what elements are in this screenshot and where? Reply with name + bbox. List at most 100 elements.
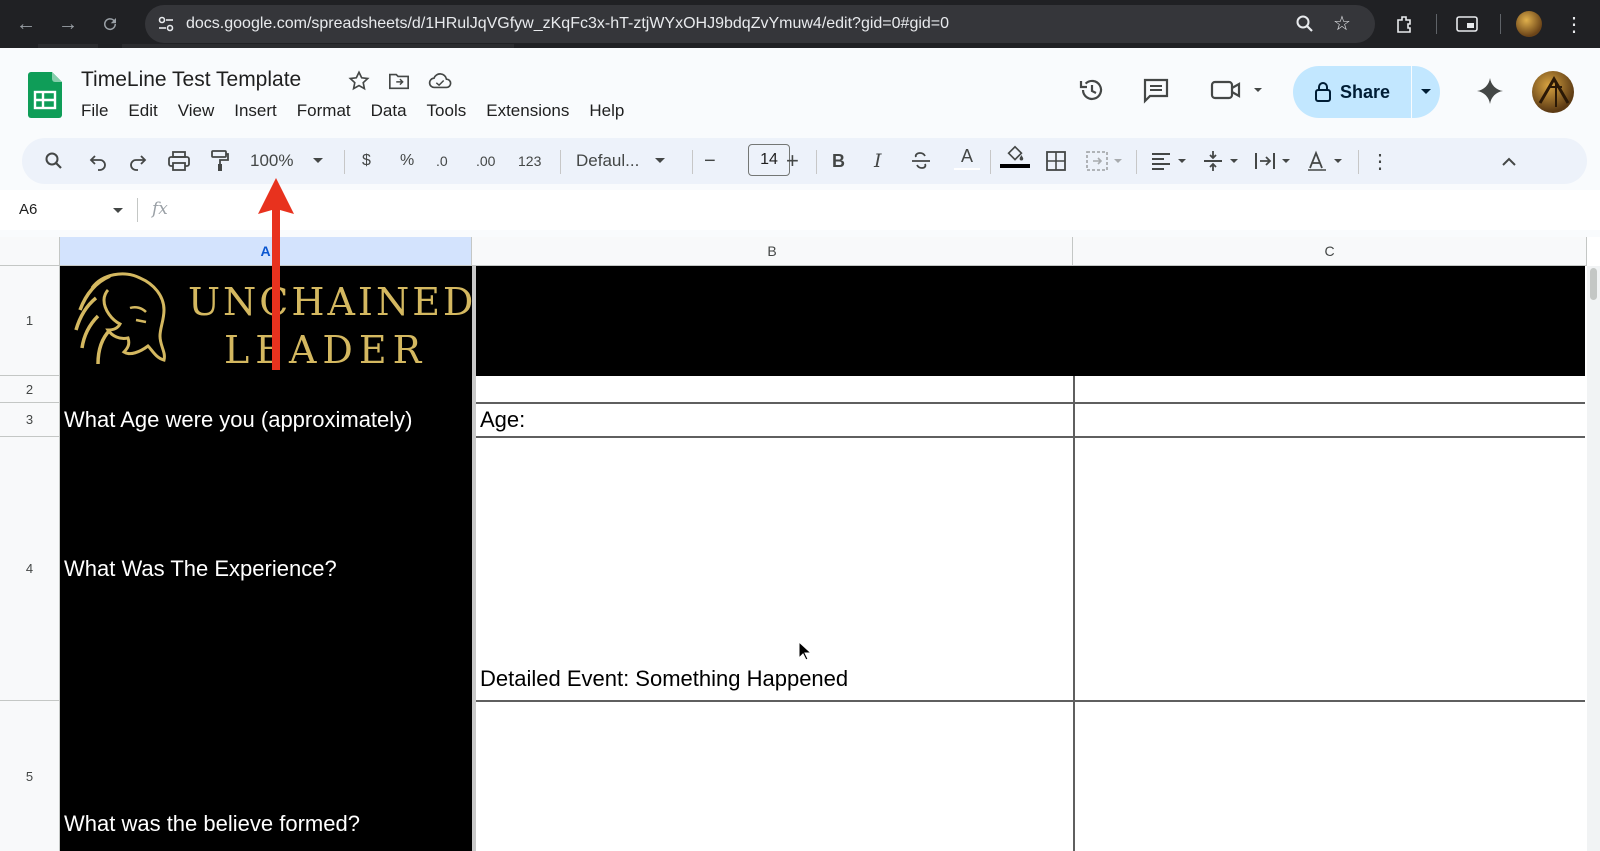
decrease-decimal-button[interactable]: .0: [436, 149, 448, 173]
menu-view[interactable]: View: [168, 101, 225, 121]
lock-icon: [1314, 82, 1331, 102]
cell-a4[interactable]: What Was The Experience?: [60, 437, 472, 701]
fill-color-icon[interactable]: [1000, 144, 1030, 168]
menu-format[interactable]: Format: [287, 101, 361, 121]
sheets-logo-icon[interactable]: [28, 72, 62, 118]
cell-b3[interactable]: Age:: [480, 407, 525, 433]
minus-label: −: [704, 149, 716, 172]
search-menus-icon[interactable]: [44, 149, 64, 173]
cell-b1-merged[interactable]: [476, 266, 1585, 376]
site-info-icon[interactable]: [157, 15, 175, 33]
mouse-cursor-icon: [798, 641, 812, 661]
row-border: [476, 700, 1585, 702]
italic-label: I: [874, 150, 882, 172]
account-avatar[interactable]: [1532, 71, 1574, 113]
version-history-icon[interactable]: [1078, 76, 1106, 104]
print-icon[interactable]: [168, 149, 190, 173]
spreadsheet-grid: A B C 1 2 3 4 5 UNCHAINED LEADER What Ag…: [0, 237, 1600, 851]
cell-a5[interactable]: What was the believe formed?: [60, 701, 472, 851]
cell-a3[interactable]: What Age were you (approximately): [60, 403, 472, 437]
url-text[interactable]: docs.google.com/spreadsheets/d/1HRulJqVG…: [186, 15, 949, 33]
scrollbar-thumb[interactable]: [1590, 268, 1597, 300]
text-color-swatch: [954, 168, 980, 170]
share-dropdown-icon[interactable]: [1412, 66, 1440, 118]
move-folder-icon[interactable]: [388, 70, 412, 94]
menu-help[interactable]: Help: [579, 101, 634, 121]
extensions-icon[interactable]: [1392, 12, 1416, 36]
browser-menu-icon[interactable]: ⋮: [1562, 12, 1586, 36]
number-format-button[interactable]: 123: [518, 149, 541, 173]
more-options-icon[interactable]: ⋮: [1370, 149, 1390, 173]
tab-search-icon[interactable]: [1455, 12, 1479, 36]
cloud-saved-icon[interactable]: [428, 70, 452, 94]
name-box[interactable]: A6: [19, 201, 37, 218]
currency-format-button[interactable]: $: [362, 149, 371, 173]
name-box-dropdown-icon[interactable]: [113, 208, 123, 214]
address-bar[interactable]: docs.google.com/spreadsheets/d/1HRulJqVG…: [145, 5, 1375, 43]
percent-format-button[interactable]: %: [400, 149, 414, 173]
star-icon[interactable]: [348, 70, 372, 94]
annotation-arrow-icon: [258, 178, 294, 370]
row-header-4[interactable]: 4: [0, 437, 60, 701]
menu-edit[interactable]: Edit: [118, 101, 167, 121]
logo-line-1: UNCHAINED: [188, 280, 477, 324]
horizontal-align-icon[interactable]: [1150, 149, 1190, 173]
merge-cells-icon[interactable]: [1086, 149, 1126, 173]
paint-format-icon[interactable]: [210, 149, 230, 173]
forward-icon[interactable]: →: [56, 12, 80, 36]
cell-b4[interactable]: Detailed Event: Something Happened: [480, 666, 848, 692]
font-size-input[interactable]: 14: [748, 144, 790, 176]
toolbar-separator: [560, 150, 561, 174]
menu-insert[interactable]: Insert: [224, 101, 287, 121]
select-all-corner[interactable]: [0, 237, 60, 266]
collapse-toolbar-icon[interactable]: [1502, 149, 1516, 173]
decrease-font-size-button[interactable]: −: [704, 149, 716, 173]
bold-button[interactable]: B: [832, 149, 845, 173]
toolbar-separator: [1358, 150, 1359, 174]
chevron-down-icon: [313, 158, 324, 163]
divider: [1436, 14, 1437, 34]
reload-icon[interactable]: [98, 12, 122, 36]
bookmark-star-icon[interactable]: ☆: [1333, 11, 1353, 35]
meet-icon[interactable]: [1210, 76, 1266, 104]
share-main[interactable]: Share: [1293, 66, 1411, 118]
zoom-select[interactable]: 100%: [250, 149, 324, 173]
strikethrough-icon[interactable]: [910, 149, 932, 173]
lion-logo-icon: [74, 272, 166, 365]
vertical-align-icon[interactable]: [1202, 149, 1242, 173]
menu-extensions[interactable]: Extensions: [476, 101, 579, 121]
share-button[interactable]: Share: [1293, 66, 1440, 118]
toolbar-separator: [344, 150, 345, 174]
undo-icon[interactable]: [88, 149, 108, 173]
comments-icon[interactable]: [1142, 76, 1170, 104]
row-header-3[interactable]: 3: [0, 403, 60, 437]
profile-avatar[interactable]: [1516, 11, 1542, 37]
plus-label: +: [786, 148, 799, 173]
menu-file[interactable]: File: [81, 101, 118, 121]
gemini-icon[interactable]: [1476, 77, 1504, 105]
column-header-b[interactable]: B: [472, 237, 1073, 266]
menu-data[interactable]: Data: [361, 101, 417, 121]
italic-button[interactable]: I: [874, 149, 882, 173]
row-border: [476, 436, 1585, 438]
column-header-c[interactable]: C: [1073, 237, 1587, 266]
text-wrapping-icon[interactable]: [1254, 149, 1294, 173]
font-select[interactable]: Defaul...: [576, 149, 666, 173]
row-header-5[interactable]: 5: [0, 701, 60, 851]
text-rotation-icon[interactable]: [1306, 149, 1346, 173]
borders-icon[interactable]: [1046, 149, 1066, 173]
menu-tools[interactable]: Tools: [417, 101, 477, 121]
back-icon[interactable]: ←: [14, 12, 38, 36]
increase-font-size-button[interactable]: +: [786, 148, 799, 173]
zoom-icon[interactable]: [1295, 14, 1315, 34]
vertical-scrollbar[interactable]: [1587, 266, 1600, 851]
formula-bar: A6 fx: [0, 190, 1600, 230]
row-header-2[interactable]: 2: [0, 376, 60, 403]
increase-decimal-button[interactable]: .00: [476, 149, 495, 173]
row-header-1[interactable]: 1: [0, 266, 60, 376]
currency-label: $: [362, 152, 371, 169]
text-color-button[interactable]: A: [954, 146, 980, 170]
formula-input[interactable]: [180, 196, 1580, 224]
document-title[interactable]: TimeLine Test Template: [81, 68, 301, 92]
redo-icon[interactable]: [128, 149, 148, 173]
